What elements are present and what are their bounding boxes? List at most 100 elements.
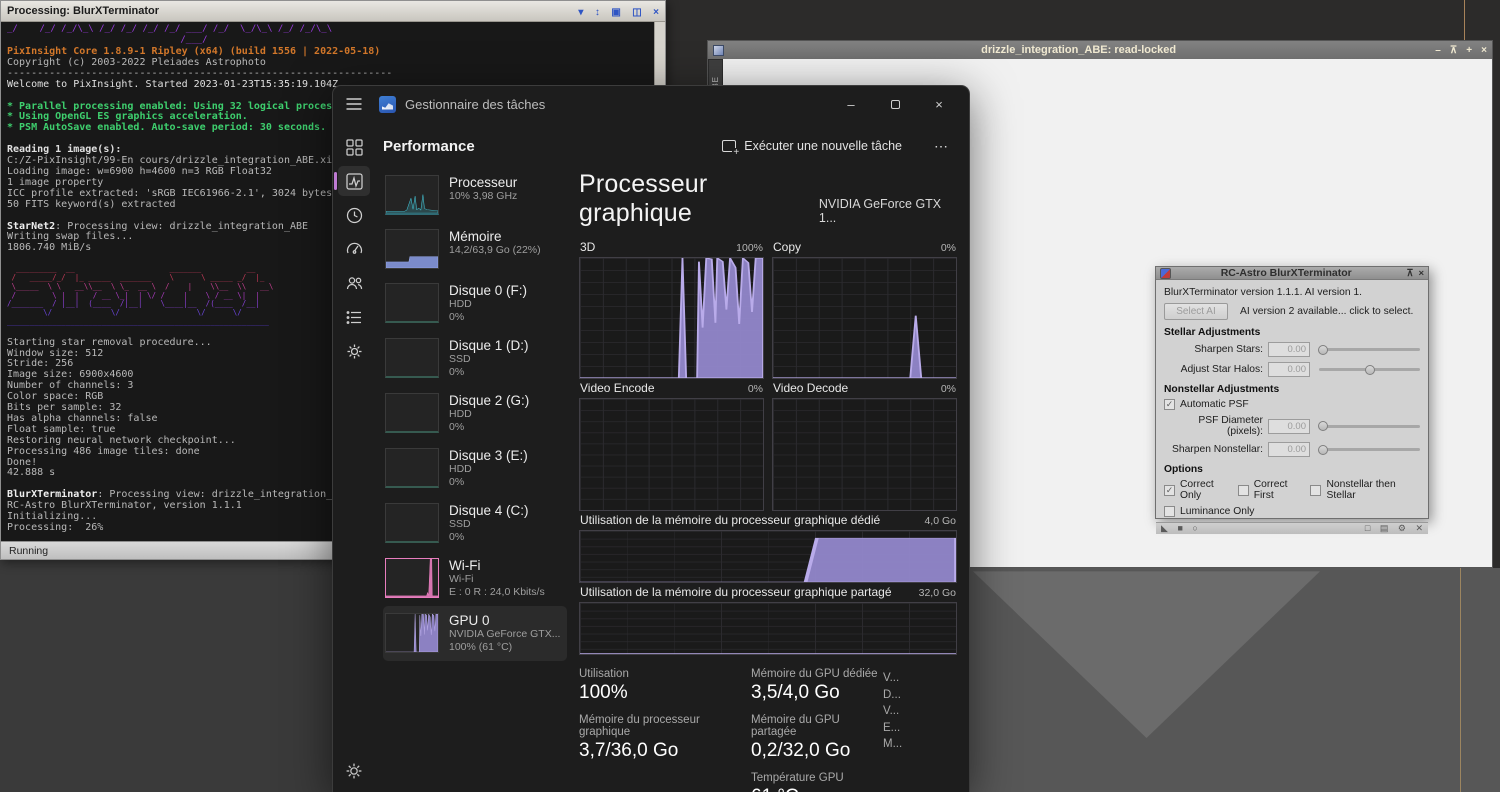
resource-detail: E : 0 R : 24,0 Kbits/s (449, 586, 545, 598)
close-icon[interactable]: × (917, 89, 961, 119)
resource-mini-graph (385, 229, 439, 269)
gpu-chart-3d: 3D 100% (579, 238, 764, 379)
perf-list-item-gpu-0[interactable]: GPU 0 NVIDIA GeForce GTX... 100% (61 °C) (383, 606, 567, 661)
dialog-footer-toolbar: ◣ ■ ○ □ ▤ ⚙ ✕ (1156, 522, 1428, 534)
section-stellar-adjustments: Stellar Adjustments (1164, 327, 1261, 338)
square-icon[interactable]: □ (1365, 523, 1370, 533)
resource-name: Disque 3 (E:) (449, 448, 528, 463)
sharpen-stars-slider[interactable] (1318, 344, 1420, 355)
correct-first-option: Correct First (1237, 479, 1298, 501)
shade-icon[interactable]: ↕ (595, 7, 600, 18)
pixinsight-workspace: drizzle_integration_ABE: read-locked – ⊼… (0, 0, 1500, 792)
sharpen-nonstellar-slider[interactable] (1318, 444, 1420, 455)
document-icon[interactable]: ▤ (1380, 523, 1389, 533)
adjust-star-halos-input[interactable]: 0.00 (1268, 362, 1310, 377)
nonstellar-then-stellar-checkbox[interactable] (1310, 484, 1322, 496)
image-window-titlebar[interactable]: drizzle_integration_ABE: read-locked – ⊼… (708, 41, 1492, 59)
version-line: BlurXTerminator version 1.1.1. AI versio… (1164, 287, 1363, 298)
task-manager-app-icon (379, 95, 396, 113)
close-icon[interactable]: × (1418, 268, 1424, 279)
gpu-chart-video-encode: Video Encode 0% (579, 379, 764, 511)
perf-list-item-disque-3-e-[interactable]: Disque 3 (E:) HDD 0% (383, 441, 567, 496)
resource-mini-graph (385, 448, 439, 488)
psf-diameter-input[interactable]: 0.00 (1268, 418, 1310, 434)
psf-diameter-row: PSF Diameter (pixels): 0.00 (1164, 415, 1420, 437)
window-controls: – × (829, 89, 961, 119)
resource-name: Processeur (449, 175, 518, 190)
perf-list-item-m-moire[interactable]: Mémoire 14,2/63,9 Go (22%) (383, 222, 567, 276)
resource-detail: 0% (449, 421, 465, 433)
resource-detail: HDD (449, 463, 472, 475)
apply-icon[interactable]: ■ (1177, 523, 1182, 533)
zoom-icon[interactable]: + (1466, 45, 1472, 56)
sidebar-item-details[interactable] (338, 302, 370, 332)
psf-diameter-slider[interactable] (1318, 421, 1420, 431)
hamburger-menu-icon[interactable] (345, 97, 363, 111)
automatic-psf-checkbox[interactable]: ✓ (1164, 399, 1175, 410)
task-manager-window: Gestionnaire des tâches – × Performance … (332, 85, 970, 792)
task-manager-sidebar (333, 122, 375, 792)
wrench-icon[interactable]: ⚙ (1398, 523, 1406, 533)
more-options-button[interactable]: ⋯ (926, 134, 957, 159)
luminance-only-checkbox[interactable] (1164, 506, 1175, 517)
sidebar-item-users[interactable] (338, 268, 370, 298)
menu-icon[interactable]: ▾ (578, 7, 583, 18)
resource-mini-graph (385, 503, 439, 543)
perf-list-item-disque-2-g-[interactable]: Disque 2 (G:) HDD 0% (383, 386, 567, 441)
image-window-controls: – ⊼ + × (1429, 44, 1487, 56)
resource-name: Wi-Fi (449, 558, 481, 573)
sidebar-item-processes[interactable] (338, 132, 370, 162)
sidebar-item-services[interactable] (338, 336, 370, 366)
dock-icon[interactable]: ◫ (632, 7, 641, 18)
sidebar-item-settings[interactable] (333, 762, 375, 780)
correct-only-checkbox[interactable]: ✓ (1164, 484, 1175, 496)
maximize-icon[interactable]: ▣ (611, 7, 620, 18)
shade-icon[interactable]: ⊼ (1406, 268, 1413, 279)
apply-global-icon[interactable]: ○ (1192, 523, 1197, 533)
image-window-title: drizzle_integration_ABE: read-locked (981, 44, 1177, 56)
run-new-task-button[interactable]: Exécuter une nouvelle tâche (712, 134, 912, 158)
adjust-star-halos-slider[interactable] (1319, 364, 1420, 375)
maximize-icon[interactable] (873, 89, 917, 119)
sidebar-item-startup-apps[interactable] (338, 234, 370, 264)
sharpen-stars-row: Sharpen Stars: 0.00 (1164, 342, 1420, 357)
perf-list-item-disque-1-d-[interactable]: Disque 1 (D:) SSD 0% (383, 331, 567, 386)
correct-first-checkbox[interactable] (1237, 484, 1249, 496)
sidebar-item-app-history[interactable] (338, 200, 370, 230)
minimize-icon[interactable]: – (1435, 45, 1441, 56)
close-icon[interactable]: × (653, 7, 659, 18)
sharpen-nonstellar-input[interactable]: 0.00 (1268, 442, 1310, 457)
perf-list-item-processeur[interactable]: Processeur 10% 3,98 GHz (383, 168, 567, 222)
resource-name: Mémoire (449, 229, 502, 244)
gpu-stat: Utilisation 100% (579, 668, 629, 703)
resource-detail: SSD (449, 353, 471, 365)
dialog-titlebar[interactable]: RC-Astro BlurXTerminator ⊼ × (1156, 267, 1428, 280)
shade-icon[interactable]: ⊼ (1450, 45, 1457, 56)
task-manager-titlebar[interactable]: Gestionnaire des tâches – × (333, 86, 969, 122)
new-instance-icon[interactable]: ◣ (1161, 523, 1168, 533)
sharpen-stars-input[interactable]: 0.00 (1268, 342, 1310, 357)
resource-mini-graph (385, 283, 439, 323)
console-titlebar[interactable]: Processing: BlurXTerminator ▾ ↕ ▣ ◫ × (1, 1, 665, 22)
image-window-icon (713, 44, 724, 56)
perf-list-item-wi-fi[interactable]: Wi-Fi Wi-Fi E : 0 R : 24,0 Kbits/s (383, 551, 567, 606)
minimize-icon[interactable]: – (829, 89, 873, 119)
resource-mini-graph (385, 393, 439, 433)
luminance-only-option: Luminance Only (1164, 506, 1420, 517)
resource-name: Disque 4 (C:) (449, 503, 529, 518)
sidebar-item-performance[interactable] (334, 166, 370, 196)
workspace-seam-line-bottom (1460, 568, 1461, 792)
gpu-chart-copy: Copy 0% (772, 238, 957, 379)
workspace-seam-line-top (1464, 0, 1465, 40)
reset-icon[interactable]: ✕ (1415, 523, 1423, 533)
close-icon[interactable]: × (1481, 45, 1487, 56)
resource-name: Disque 1 (D:) (449, 338, 529, 353)
select-ai-button[interactable]: Select AI (1164, 303, 1228, 320)
perf-list-item-disque-4-c-[interactable]: Disque 4 (C:) SSD 0% (383, 496, 567, 551)
performance-resource-list: Processeur 10% 3,98 GHz Mémoire 14,2/63,9 G… (383, 168, 567, 792)
perf-list-item-disque-0-f-[interactable]: Disque 0 (F:) HDD 0% (383, 276, 567, 331)
resource-name: Disque 2 (G:) (449, 393, 530, 408)
resource-name: GPU 0 (449, 613, 490, 628)
gpu-stats: Utilisation 100% Mémoire du processeur gra… (579, 668, 957, 792)
section-nonstellar-adjustments: Nonstellar Adjustments (1164, 384, 1280, 395)
